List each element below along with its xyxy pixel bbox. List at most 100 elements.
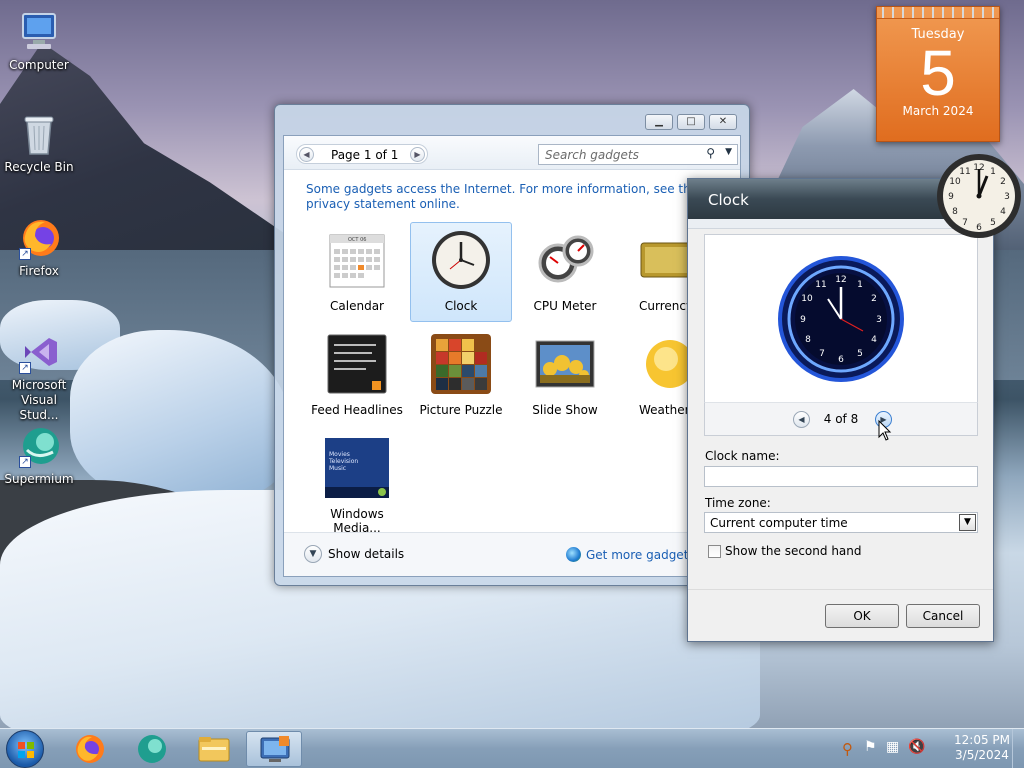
search-icon[interactable]: ⚲ xyxy=(842,740,853,758)
chevron-down-icon[interactable]: ▼ xyxy=(959,514,976,531)
media-thumb-line: Music xyxy=(329,465,347,472)
supermium-icon: ↗ xyxy=(17,424,61,468)
start-button[interactable] xyxy=(6,730,44,768)
recycle-bin-icon xyxy=(17,112,61,156)
gadget-label: Weather xyxy=(639,403,690,417)
desktop-icon-supermium[interactable]: ↗ Supermium xyxy=(0,424,78,487)
gadget-feed-headlines[interactable]: Feed Headlines xyxy=(306,326,408,426)
chevron-down-icon[interactable]: ▼ xyxy=(725,147,732,157)
search-icon[interactable]: ⚲ xyxy=(706,146,715,160)
prev-clock-button[interactable]: ◀ xyxy=(793,411,810,428)
firefox-icon xyxy=(76,735,104,763)
time-zone-select[interactable]: Current computer time ▼ xyxy=(704,512,978,533)
supermium-icon xyxy=(138,735,166,763)
shortcut-arrow-icon: ↗ xyxy=(19,248,31,260)
gadget-currency[interactable]: Currency xyxy=(618,222,690,322)
close-button[interactable]: ✕ xyxy=(709,114,737,130)
svg-text:9: 9 xyxy=(948,192,954,202)
chevron-down-icon: ▼ xyxy=(304,545,322,563)
ok-button[interactable]: OK xyxy=(825,604,899,628)
svg-text:11: 11 xyxy=(815,280,826,290)
svg-text:3: 3 xyxy=(876,315,882,325)
svg-text:6: 6 xyxy=(976,223,982,233)
gadget-label: Slide Show xyxy=(532,403,598,417)
clock-name-label: Clock name: xyxy=(705,449,780,463)
svg-text:2: 2 xyxy=(1000,177,1006,187)
prev-page-button[interactable]: ◀ xyxy=(299,147,314,162)
minimize-button[interactable]: ▁ xyxy=(645,114,673,130)
cpu-meter-thumbnail-icon xyxy=(534,229,596,291)
svg-text:8: 8 xyxy=(952,207,958,217)
svg-text:11: 11 xyxy=(959,167,970,177)
shortcut-arrow-icon: ↗ xyxy=(19,362,31,374)
calendar-thumbnail-icon: OCT 06 xyxy=(326,229,388,291)
taskbar-gadgets[interactable] xyxy=(246,731,302,767)
feed-headlines-thumbnail-icon xyxy=(326,333,388,395)
svg-text:2: 2 xyxy=(871,294,877,304)
gadget-label: Feed Headlines xyxy=(311,403,403,417)
slide-show-thumbnail-icon xyxy=(534,333,596,395)
next-page-button[interactable]: ▶ xyxy=(410,147,425,162)
desktop-icon-label: Recycle Bin xyxy=(4,160,74,174)
flag-icon[interactable]: ⚑ xyxy=(864,739,877,755)
clock-settings-dialog: Clock 12 1 2 3 4 5 6 7 8 9 10 11 ◀ 4 of 8 ▶ Clock n… xyxy=(687,178,994,642)
media-thumb-menu: Movies Television Music xyxy=(329,451,358,472)
svg-text:7: 7 xyxy=(819,349,825,359)
desktop-icon-visual-studio[interactable]: ↗ Microsoft Visual Stud... xyxy=(0,330,78,423)
clock-thumbnail-icon xyxy=(430,229,492,291)
gadget-calendar[interactable]: OCT 06 Calendar xyxy=(306,222,408,322)
volume-muted-icon[interactable]: 🔇 xyxy=(908,739,925,755)
time-zone-value: Current computer time xyxy=(710,516,848,530)
desktop-clock-gadget[interactable]: 12 1 2 3 4 5 6 7 8 9 10 11 xyxy=(935,152,1023,240)
gallery-toolbar: ◀ Page 1 of 1 ▶ Search gadgets ⚲ ▼ xyxy=(284,136,740,170)
desktop-icon-computer[interactable]: Computer xyxy=(0,10,78,73)
svg-text:12: 12 xyxy=(835,275,846,285)
network-icon[interactable]: ▦ xyxy=(886,739,899,755)
svg-text:5: 5 xyxy=(990,218,996,228)
desktop-icon-label: Microsoft Visual Stud... xyxy=(11,378,67,422)
media-thumb-line: Television xyxy=(329,458,359,465)
computer-icon xyxy=(17,10,61,54)
show-second-hand-checkbox[interactable]: Show the second hand xyxy=(708,544,862,558)
calendar-month-year: March 2024 xyxy=(902,104,974,118)
gadget-label: Calendar xyxy=(330,299,384,313)
page-navigator: ◀ Page 1 of 1 ▶ xyxy=(296,144,428,164)
search-gadgets-input[interactable]: Search gadgets ⚲ ▼ xyxy=(538,144,738,165)
desktop-icon-label: Supermium xyxy=(4,472,74,486)
maximize-button[interactable]: □ xyxy=(677,114,705,130)
gadget-label: Picture Puzzle xyxy=(419,403,503,417)
gadget-label: Clock xyxy=(444,299,478,313)
taskbar-firefox[interactable] xyxy=(62,731,118,767)
privacy-info-link[interactable]: Some gadgets access the Internet. For mo… xyxy=(306,182,706,212)
time-zone-label: Time zone: xyxy=(705,496,771,510)
checkbox-box[interactable] xyxy=(708,544,721,558)
desktop-icon-firefox[interactable]: ↗ Firefox xyxy=(0,216,78,279)
media-thumb-line: Movies xyxy=(329,451,350,458)
visual-studio-icon: ↗ xyxy=(17,330,61,374)
desktop-icon-recycle-bin[interactable]: Recycle Bin xyxy=(0,112,78,175)
gadget-gallery-window: ▁ □ ✕ ◀ Page 1 of 1 ▶ Search gadgets ⚲ ▼… xyxy=(274,104,750,586)
gadget-label: Currency xyxy=(639,299,690,313)
gadget-picture-puzzle[interactable]: Picture Puzzle xyxy=(410,326,512,426)
folder-icon xyxy=(198,737,230,762)
gadget-windows-media-center[interactable]: Movies Television Music Windows Media... xyxy=(306,430,408,535)
show-details-toggle[interactable]: ▼ Show details xyxy=(304,545,404,563)
clock-name-field[interactable] xyxy=(704,466,978,487)
taskbar-explorer[interactable] xyxy=(186,731,242,767)
analog-clock-icon: 12 1234567891011 xyxy=(937,154,1021,238)
gadget-cpu-meter[interactable]: CPU Meter xyxy=(514,222,616,322)
calendar-day: 5 xyxy=(920,37,956,109)
cancel-button[interactable]: Cancel xyxy=(906,604,980,628)
calendar-rings xyxy=(877,7,999,19)
svg-text:4: 4 xyxy=(871,335,877,345)
show-desktop-button[interactable] xyxy=(1012,729,1024,768)
gadget-clock[interactable]: Clock xyxy=(410,222,512,322)
gadget-weather[interactable]: Weather xyxy=(618,326,690,426)
show-details-label: Show details xyxy=(328,547,405,561)
gadget-slide-show[interactable]: Slide Show xyxy=(514,326,616,426)
calendar-gadget[interactable]: Tuesday 5 March 2024 xyxy=(876,6,1000,142)
taskbar-supermium[interactable] xyxy=(124,731,180,767)
svg-text:6: 6 xyxy=(838,355,844,365)
svg-text:8: 8 xyxy=(805,335,811,345)
svg-text:5: 5 xyxy=(857,349,863,359)
